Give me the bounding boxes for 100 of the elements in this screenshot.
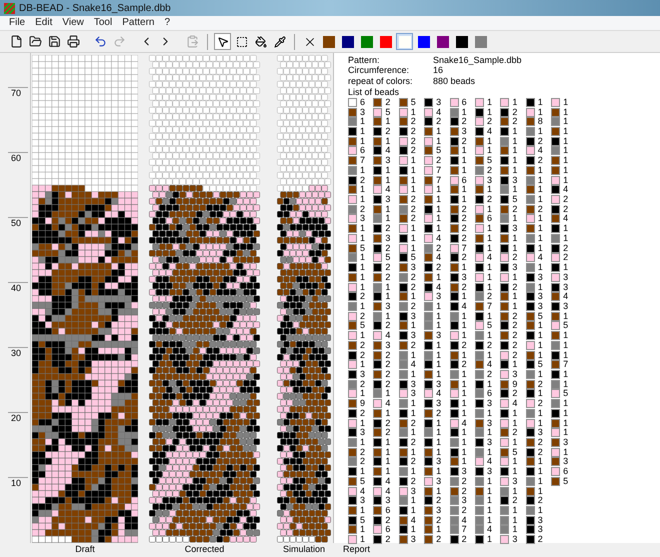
bead-count: 1 <box>462 408 467 418</box>
bead-count: 1 <box>512 516 518 525</box>
bead-count: 4 <box>462 418 467 428</box>
menu-item[interactable]: ? <box>164 18 170 28</box>
bead-count: 1 <box>410 224 416 234</box>
bead-count: 2 <box>512 282 518 292</box>
bead-count: 2 <box>410 117 416 126</box>
bead-count: 1 <box>360 302 366 311</box>
bead-count: 2 <box>436 535 442 544</box>
bead-count: 2 <box>462 282 467 292</box>
menu-item[interactable]: Tool <box>94 18 112 28</box>
bead-count: 4 <box>436 253 442 262</box>
bead-count: 2 <box>538 380 543 389</box>
bead-count: 2 <box>385 98 390 107</box>
bead-count: 1 <box>436 312 442 321</box>
bead-count: 1 <box>486 263 492 272</box>
bead-count: 1 <box>512 486 518 496</box>
bead-count: 4 <box>486 360 492 370</box>
bead-count: 1 <box>410 292 416 302</box>
bead-count: 1 <box>538 457 543 466</box>
bead-count: 1 <box>436 302 442 311</box>
bead-count: 1 <box>410 350 416 360</box>
bead-count: 4 <box>436 108 442 117</box>
bead-count: 1 <box>436 525 442 534</box>
bead-count: 2 <box>538 399 543 408</box>
bead-count: 3 <box>512 535 518 544</box>
bead-count: 3 <box>436 98 442 107</box>
bead-count: 5 <box>360 244 366 253</box>
bead-count: 1 <box>436 214 442 224</box>
bead-count: 1 <box>436 360 442 370</box>
view-label: Simulation <box>282 543 326 556</box>
bead-count: 2 <box>410 127 416 136</box>
bead-count: 3 <box>512 476 518 486</box>
undo-icon <box>94 35 107 48</box>
bead-count: 4 <box>563 292 568 302</box>
bead-count: 1 <box>462 108 467 117</box>
bead-count: 1 <box>538 331 543 340</box>
bead-count: 5 <box>385 108 390 117</box>
bead-count: 1 <box>360 263 366 272</box>
bead-count: 1 <box>538 389 543 398</box>
bead-count: 3 <box>436 476 442 486</box>
bead-count: 1 <box>538 476 543 486</box>
bead-count: 1 <box>486 224 492 234</box>
info-label: Circumference: <box>348 64 410 77</box>
bead-count: 3 <box>462 272 467 282</box>
toolbar-button[interactable] <box>65 33 82 50</box>
bead-count: 3 <box>410 263 416 272</box>
view-label: Report <box>343 543 370 556</box>
bead-count: 1 <box>360 535 366 544</box>
bead-count: 3 <box>538 428 543 438</box>
bead-count: 2 <box>360 448 366 457</box>
bead-count: 3 <box>360 496 366 506</box>
bead-count: 1 <box>486 282 492 292</box>
bead-count: 1 <box>563 370 568 379</box>
bead-count: 2 <box>360 312 366 321</box>
bead-count: 1 <box>538 418 543 428</box>
dashed-square-icon <box>236 36 248 48</box>
bead-count: 1 <box>486 428 492 438</box>
bead-count: 2 <box>512 496 518 506</box>
bead-count: 3 <box>563 438 568 448</box>
bead-count: 2 <box>462 360 467 370</box>
bead-count: 1 <box>538 282 543 292</box>
bead-count: 1 <box>538 234 543 243</box>
info-value: 880 beads <box>433 74 476 88</box>
menu-item[interactable]: File <box>9 18 26 28</box>
bead-count: 1 <box>462 195 467 204</box>
bead-count: 9 <box>512 380 518 389</box>
toolbar-button[interactable] <box>46 33 63 50</box>
bead-count: 7 <box>462 244 467 253</box>
window-title: DB-BEAD - Snake16_Sample.dbb <box>19 2 171 16</box>
bead-count: 1 <box>360 224 366 234</box>
menu-item[interactable]: Edit <box>35 18 52 28</box>
bead-count: 3 <box>436 380 442 389</box>
bead-count: 3 <box>462 496 467 506</box>
bead-count: 2 <box>385 535 390 544</box>
bead-count: 3 <box>410 535 416 544</box>
bead-count: 1 <box>385 214 390 224</box>
bead-count: 1 <box>436 185 442 194</box>
bead-count: 3 <box>538 292 543 302</box>
bead-count: 1 <box>410 185 416 194</box>
bead-count: 1 <box>436 467 442 476</box>
bead-count: 1 <box>512 214 518 224</box>
bead-count: 6 <box>462 98 467 107</box>
bead-count: 2 <box>360 457 366 466</box>
bead-count: 7 <box>436 166 442 175</box>
ruler-label: 60 <box>8 152 28 164</box>
bead-count: 3 <box>360 108 366 117</box>
bead-count: 7 <box>462 525 467 534</box>
bead-count: 1 <box>538 321 543 330</box>
bead-count: 1 <box>563 108 568 117</box>
bead-count: 2 <box>563 195 568 204</box>
bead-count: 6 <box>360 98 366 107</box>
menu-item[interactable]: View <box>62 18 84 28</box>
tool-button[interactable] <box>214 33 231 50</box>
bead-count: 1 <box>462 457 467 466</box>
bead-count: 1 <box>436 204 442 214</box>
bead-count: 5 <box>512 448 518 457</box>
menu-item[interactable]: Pattern <box>122 18 154 28</box>
bead-count: 1 <box>512 185 518 194</box>
bead-count: 3 <box>436 399 442 408</box>
